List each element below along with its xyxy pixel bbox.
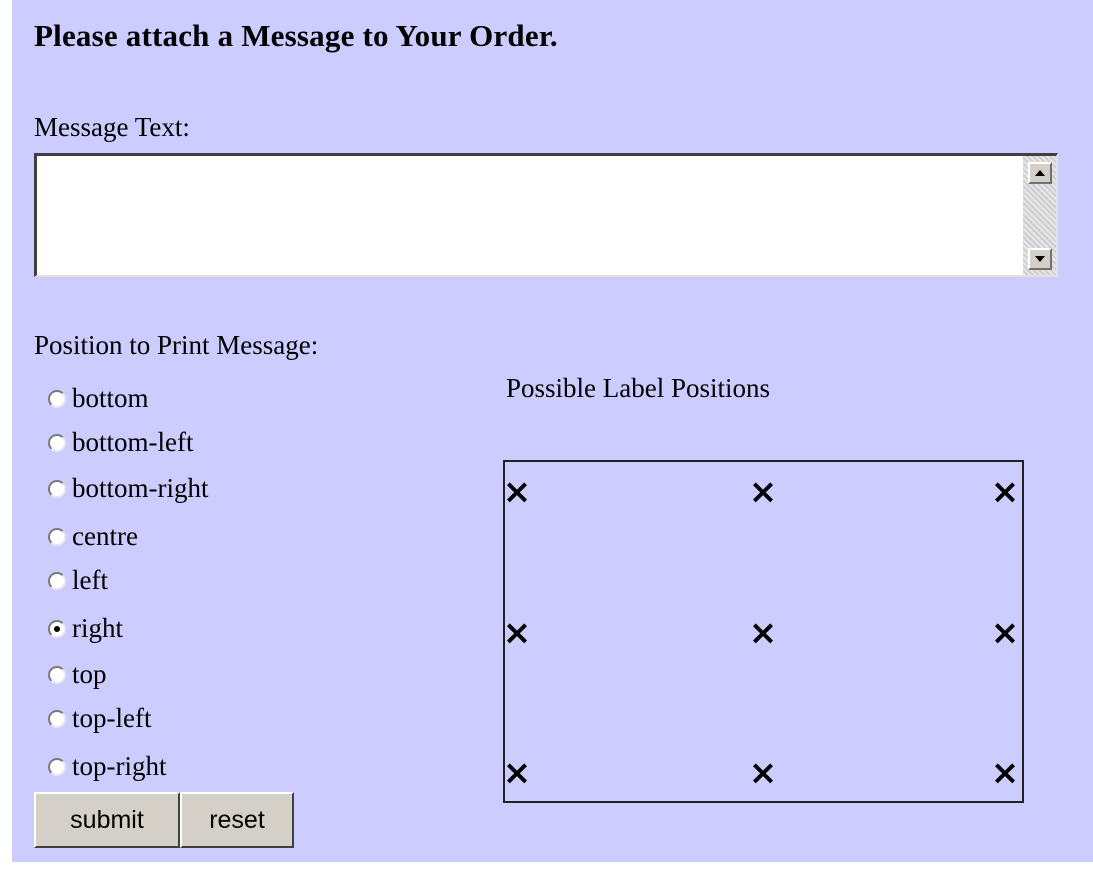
scroll-down-button[interactable] [1028, 248, 1052, 270]
radio-button-bottom[interactable] [48, 390, 66, 408]
radio-label-bottom: bottom [72, 382, 149, 413]
position-option-bottom[interactable]: bottom [48, 378, 149, 418]
x-mark-icon: × [990, 472, 1020, 512]
x-mark-icon: × [748, 613, 778, 653]
x-mark-icon: × [990, 753, 1020, 793]
radio-label-top-left: top-left [72, 702, 152, 733]
radio-button-centre[interactable] [48, 528, 66, 546]
radio-label-bottom-right: bottom-right [72, 472, 209, 503]
x-mark-icon: × [990, 613, 1020, 653]
radio-label-bottom-left: bottom-left [72, 426, 194, 457]
message-textarea-frame [34, 153, 1058, 277]
message-scrollbar[interactable] [1023, 156, 1056, 275]
x-mark-icon: × [748, 472, 778, 512]
radio-button-top-left[interactable] [48, 710, 66, 728]
radio-button-bottom-right[interactable] [48, 480, 66, 498]
x-mark-icon: × [748, 753, 778, 793]
x-mark-icon: × [502, 613, 532, 653]
radio-button-left[interactable] [48, 572, 66, 590]
radio-label-right: right [72, 612, 123, 643]
position-option-centre[interactable]: centre [48, 516, 138, 556]
x-mark-icon: × [502, 472, 532, 512]
position-option-top-left[interactable]: top-left [48, 698, 151, 738]
scroll-up-button[interactable] [1028, 162, 1052, 184]
radio-label-left: left [72, 564, 108, 595]
radio-button-top-right[interactable] [48, 758, 66, 776]
radio-button-top[interactable] [48, 666, 66, 684]
position-option-left[interactable]: left [48, 560, 108, 600]
position-option-top-right[interactable]: top-right [48, 746, 167, 786]
message-text-input[interactable] [37, 156, 1023, 275]
position-option-right[interactable]: right [48, 608, 123, 648]
message-text-label: Message Text: [34, 112, 190, 142]
position-label: Position to Print Message: [34, 330, 319, 360]
position-option-bottom-left[interactable]: bottom-left [48, 422, 193, 462]
reset-button[interactable]: reset [180, 792, 294, 848]
radio-button-right[interactable] [48, 620, 66, 638]
label-positions-diagram: × × × × × × × × × [503, 460, 1024, 803]
radio-label-top: top [72, 658, 107, 689]
form-buttons: submit reset [34, 792, 294, 848]
submit-button[interactable]: submit [34, 792, 180, 848]
radio-button-bottom-left[interactable] [48, 434, 66, 452]
radio-label-centre: centre [72, 520, 138, 551]
scroll-down-arrow-icon [1035, 256, 1045, 262]
position-option-top[interactable]: top [48, 654, 107, 694]
scroll-up-arrow-icon [1035, 170, 1045, 176]
diagram-title: Possible Label Positions [506, 373, 771, 403]
page-title: Please attach a Message to Your Order. [34, 18, 558, 53]
radio-label-top-right: top-right [72, 750, 167, 781]
position-option-bottom-right[interactable]: bottom-right [48, 468, 209, 508]
x-mark-icon: × [502, 753, 532, 793]
